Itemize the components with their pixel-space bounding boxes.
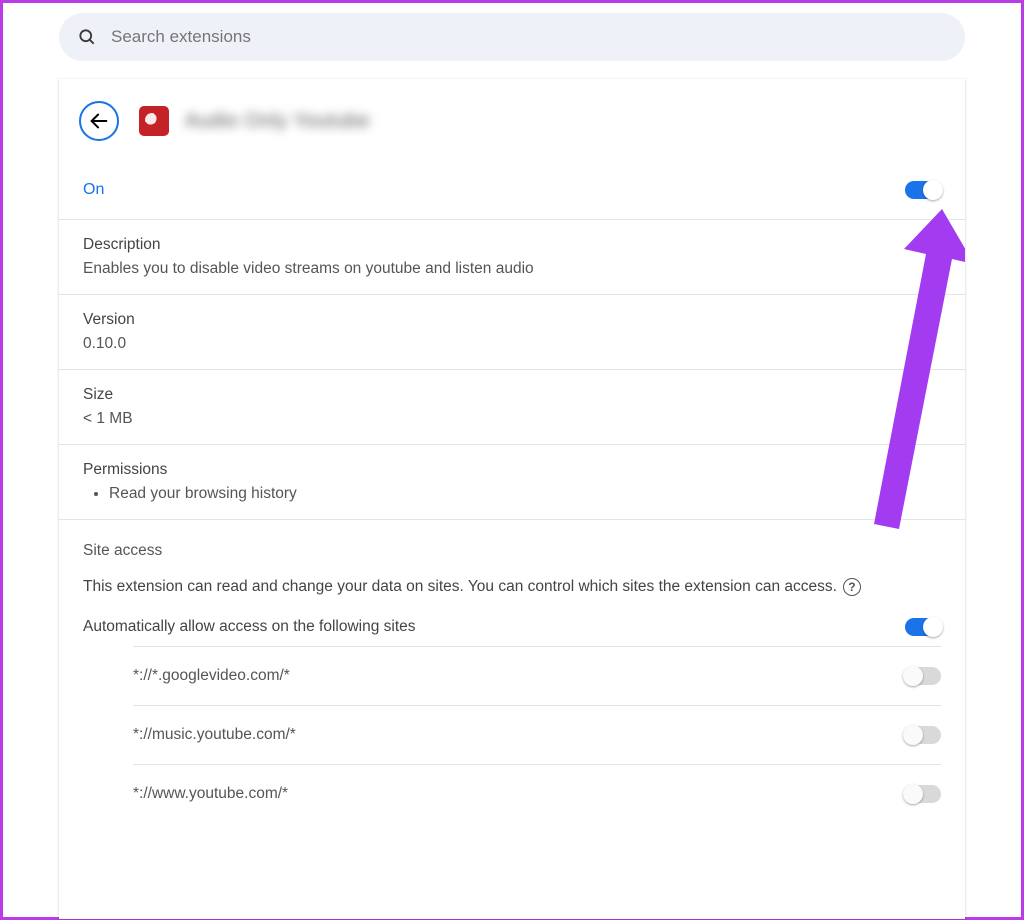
enable-row: On <box>59 151 965 220</box>
auto-allow-label: Automatically allow access on the follow… <box>83 618 416 636</box>
site-row: *://music.youtube.com/* <box>133 705 941 764</box>
permissions-list: Read your browsing history <box>109 485 941 503</box>
enable-label: On <box>83 181 104 199</box>
permissions-section: Permissions Read your browsing history <box>59 445 965 520</box>
site-access-description: This extension can read and change your … <box>83 578 941 596</box>
auto-allow-toggle[interactable] <box>905 618 941 636</box>
search-icon <box>77 27 97 47</box>
search-bar-container <box>59 13 965 61</box>
size-section: Size < 1 MB <box>59 370 965 445</box>
extension-icon <box>139 106 169 136</box>
permission-item: Read your browsing history <box>109 485 941 503</box>
site-pattern: *://music.youtube.com/* <box>133 726 296 744</box>
site-row: *://*.googlevideo.com/* <box>133 646 941 705</box>
arrow-left-icon <box>88 110 110 132</box>
site-toggle[interactable] <box>905 667 941 685</box>
auto-allow-row: Automatically allow access on the follow… <box>83 618 941 636</box>
site-pattern: *://www.youtube.com/* <box>133 785 288 803</box>
extension-detail-panel: Audio Only Youtube On Description Enable… <box>59 79 965 919</box>
site-pattern: *://*.googlevideo.com/* <box>133 667 290 685</box>
description-value: Enables you to disable video streams on … <box>83 260 941 278</box>
panel-header: Audio Only Youtube <box>59 79 965 151</box>
help-icon[interactable]: ? <box>843 578 861 596</box>
site-row: *://www.youtube.com/* <box>133 764 941 823</box>
description-label: Description <box>83 236 941 254</box>
search-input[interactable] <box>111 27 947 47</box>
back-button[interactable] <box>79 101 119 141</box>
permissions-label: Permissions <box>83 461 941 479</box>
enable-toggle[interactable] <box>905 181 941 199</box>
description-section: Description Enables you to disable video… <box>59 220 965 295</box>
size-label: Size <box>83 386 941 404</box>
site-toggle[interactable] <box>905 785 941 803</box>
site-access-section: Site access This extension can read and … <box>59 520 965 845</box>
version-section: Version 0.10.0 <box>59 295 965 370</box>
site-toggle[interactable] <box>905 726 941 744</box>
version-label: Version <box>83 311 941 329</box>
extension-name: Audio Only Youtube <box>185 110 370 133</box>
search-bar[interactable] <box>59 13 965 61</box>
site-list: *://*.googlevideo.com/* *://music.youtub… <box>133 646 941 823</box>
version-value: 0.10.0 <box>83 335 941 353</box>
site-access-desc-text: This extension can read and change your … <box>83 578 837 596</box>
size-value: < 1 MB <box>83 410 941 428</box>
site-access-title: Site access <box>83 542 941 560</box>
